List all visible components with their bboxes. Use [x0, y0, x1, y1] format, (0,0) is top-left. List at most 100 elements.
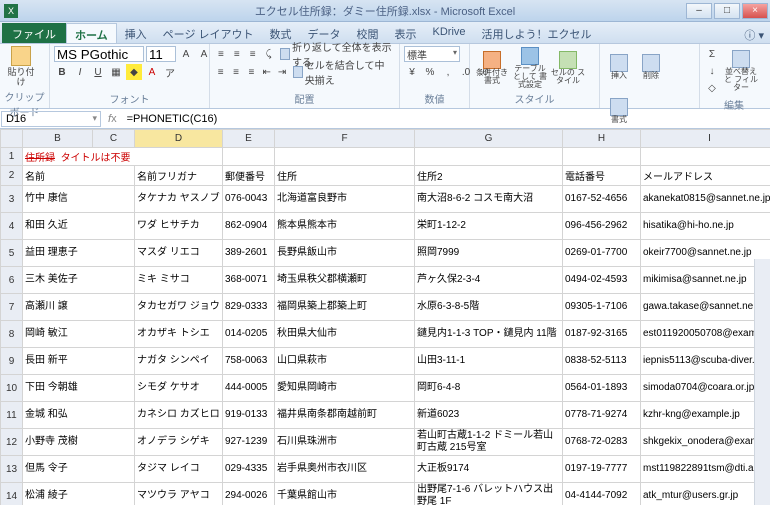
- col-E[interactable]: E: [223, 130, 275, 148]
- cell-mail[interactable]: hisatika@hi-ho.ne.jp: [641, 213, 770, 240]
- cell-postal[interactable]: 014-0205: [223, 321, 275, 348]
- align-bottom-icon[interactable]: ≡: [246, 46, 260, 62]
- table-row[interactable]: 13但馬 令子タジマ レイコ029-4335岩手県奥州市衣川区大正板917401…: [1, 456, 770, 483]
- underline-button[interactable]: U: [90, 64, 106, 80]
- cell-addr2[interactable]: 大正板9174: [415, 456, 563, 483]
- align-top-icon[interactable]: ≡: [214, 46, 228, 62]
- cell-addr2[interactable]: 芦ヶ久保2-3-4: [415, 267, 563, 294]
- cell-addr1[interactable]: 千葉県館山市: [275, 483, 415, 505]
- align-right-icon[interactable]: ≡: [245, 64, 258, 80]
- name-box[interactable]: D16: [1, 111, 101, 127]
- conditional-format-button[interactable]: 条件付き 書式: [474, 47, 510, 89]
- formula-input[interactable]: =PHONETIC(C16): [123, 112, 770, 126]
- cell-name[interactable]: 益田 理恵子: [23, 240, 135, 267]
- col-H[interactable]: H: [563, 130, 641, 148]
- cell-furigana[interactable]: ナガタ シンペイ: [135, 348, 223, 375]
- cell-addr1[interactable]: 愛知県岡崎市: [275, 375, 415, 402]
- cell-phone[interactable]: 0838-52-5113: [563, 348, 641, 375]
- cell-mail[interactable]: mst119822891tsm@dti.ad.jp: [641, 456, 770, 483]
- cell-mail[interactable]: gawa.takase@sannet.ne.jp: [641, 294, 770, 321]
- cell-postal[interactable]: 029-4335: [223, 456, 275, 483]
- row-header-1[interactable]: 1: [1, 148, 23, 166]
- cell-addr2[interactable]: 若山町古蔵1-1-2 ドミール若山町古蔵 215号室: [415, 429, 563, 456]
- cell-name[interactable]: 下田 今朝雄: [23, 375, 135, 402]
- cell-mail[interactable]: iepnis5113@scuba-diver.jp: [641, 348, 770, 375]
- vertical-scrollbar[interactable]: [754, 259, 770, 505]
- cell-phone[interactable]: 0167-52-4656: [563, 186, 641, 213]
- cell-name[interactable]: 長田 新平: [23, 348, 135, 375]
- cell-name[interactable]: 高瀬川 譲: [23, 294, 135, 321]
- col-F[interactable]: F: [275, 130, 415, 148]
- table-row[interactable]: 10下田 今朝雄シモダ ケサオ444-0005愛知県岡崎市岡町6-4-80564…: [1, 375, 770, 402]
- cell-furigana[interactable]: タジマ レイコ: [135, 456, 223, 483]
- cell-furigana[interactable]: タケナカ ヤスノブ: [135, 186, 223, 213]
- cell-mail[interactable]: akanekat0815@sannet.ne.jp: [641, 186, 770, 213]
- fill-icon[interactable]: ↓: [704, 63, 720, 79]
- cell-postal[interactable]: 294-0026: [223, 483, 275, 505]
- sort-filter-button[interactable]: 並べ替えと フィルター: [722, 50, 760, 92]
- indent-inc-icon[interactable]: ⇥: [275, 64, 288, 80]
- col-C[interactable]: C: [93, 130, 135, 148]
- cell-furigana[interactable]: オノデラ シゲキ: [135, 429, 223, 456]
- align-left-icon[interactable]: ≡: [214, 64, 227, 80]
- delete-cells-button[interactable]: 削除: [636, 46, 666, 88]
- cell-phone[interactable]: 0778-71-9274: [563, 402, 641, 429]
- comma-icon[interactable]: ,: [440, 64, 456, 80]
- row-header[interactable]: 5: [1, 240, 23, 267]
- insert-cells-button[interactable]: 挿入: [604, 46, 634, 88]
- minimize-button[interactable]: –: [686, 3, 712, 19]
- indent-dec-icon[interactable]: ⇤: [260, 64, 273, 80]
- tab-home[interactable]: ホーム: [66, 23, 117, 43]
- align-middle-icon[interactable]: ≡: [230, 46, 244, 62]
- row-header[interactable]: 12: [1, 429, 23, 456]
- row-header[interactable]: 4: [1, 213, 23, 240]
- tab-kdrive[interactable]: KDrive: [425, 23, 474, 43]
- cell-addr1[interactable]: 熊本県熊本市: [275, 213, 415, 240]
- cell-furigana[interactable]: ミキ ミサコ: [135, 267, 223, 294]
- cell-addr2[interactable]: 南大沼8-6-2 コスモ南大沼: [415, 186, 563, 213]
- row-header[interactable]: 10: [1, 375, 23, 402]
- col-I[interactable]: I: [641, 130, 770, 148]
- border-button[interactable]: ▦: [108, 64, 124, 80]
- cell-furigana[interactable]: シモダ ケサオ: [135, 375, 223, 402]
- col-D[interactable]: D: [135, 130, 223, 148]
- tab-page-layout[interactable]: ページ レイアウト: [155, 23, 262, 43]
- cell-name[interactable]: 但馬 令子: [23, 456, 135, 483]
- increase-font-icon[interactable]: A: [178, 46, 194, 62]
- row-1[interactable]: 1 住所録 タイトルは不要: [1, 148, 770, 166]
- cell-phone[interactable]: 0494-02-4593: [563, 267, 641, 294]
- cell-name[interactable]: 小野寺 茂樹: [23, 429, 135, 456]
- maximize-button[interactable]: □: [714, 3, 740, 19]
- cell-mail[interactable]: shkgekix_onodera@example.gr.jp: [641, 429, 770, 456]
- cell-mail[interactable]: simoda0704@coara.or.jp: [641, 375, 770, 402]
- font-size-combo[interactable]: [146, 46, 176, 62]
- italic-button[interactable]: I: [72, 64, 88, 80]
- tab-insert[interactable]: 挿入: [117, 23, 155, 43]
- cell-postal[interactable]: 389-2601: [223, 240, 275, 267]
- cell-phone[interactable]: 0768-72-0283: [563, 429, 641, 456]
- cell-mail[interactable]: est011920050708@example.ne.jp: [641, 321, 770, 348]
- table-row[interactable]: 14松浦 綾子マツウラ アヤコ294-0026千葉県館山市出野尾7-1-6 バレ…: [1, 483, 770, 505]
- cell-name[interactable]: 竹中 康信: [23, 186, 135, 213]
- cell-phone[interactable]: 0197-19-7777: [563, 456, 641, 483]
- cell-addr2[interactable]: 照岡7999: [415, 240, 563, 267]
- cell-addr1[interactable]: 長野県飯山市: [275, 240, 415, 267]
- cell-furigana[interactable]: カネシロ カズヒロ: [135, 402, 223, 429]
- cell-postal[interactable]: 444-0005: [223, 375, 275, 402]
- cell-name[interactable]: 金城 和弘: [23, 402, 135, 429]
- row-header[interactable]: 6: [1, 267, 23, 294]
- align-center-icon[interactable]: ≡: [229, 64, 242, 80]
- cell-addr1[interactable]: 福岡県築上郡築上町: [275, 294, 415, 321]
- col-B[interactable]: B: [23, 130, 93, 148]
- cell-name[interactable]: 岡崎 敏江: [23, 321, 135, 348]
- cell-addr1[interactable]: 石川県珠洲市: [275, 429, 415, 456]
- file-tab[interactable]: ファイル: [2, 23, 66, 43]
- format-as-table-button[interactable]: テーブルとして 書式設定: [512, 47, 548, 89]
- row-header[interactable]: 14: [1, 483, 23, 505]
- select-all-corner[interactable]: [1, 130, 23, 148]
- table-row[interactable]: 3竹中 康信タケナカ ヤスノブ076-0043北海道富良野市南大沼8-6-2 コ…: [1, 186, 770, 213]
- cell-postal[interactable]: 368-0071: [223, 267, 275, 294]
- cell-addr2[interactable]: 鑓見内1-1-3 TOP・鑓見内 11階: [415, 321, 563, 348]
- table-row[interactable]: 6三木 美佐子ミキ ミサコ368-0071埼玉県秩父郡横瀬町芦ヶ久保2-3-40…: [1, 267, 770, 294]
- tab-excel-tips[interactable]: 活用しよう！エクセル: [474, 23, 600, 43]
